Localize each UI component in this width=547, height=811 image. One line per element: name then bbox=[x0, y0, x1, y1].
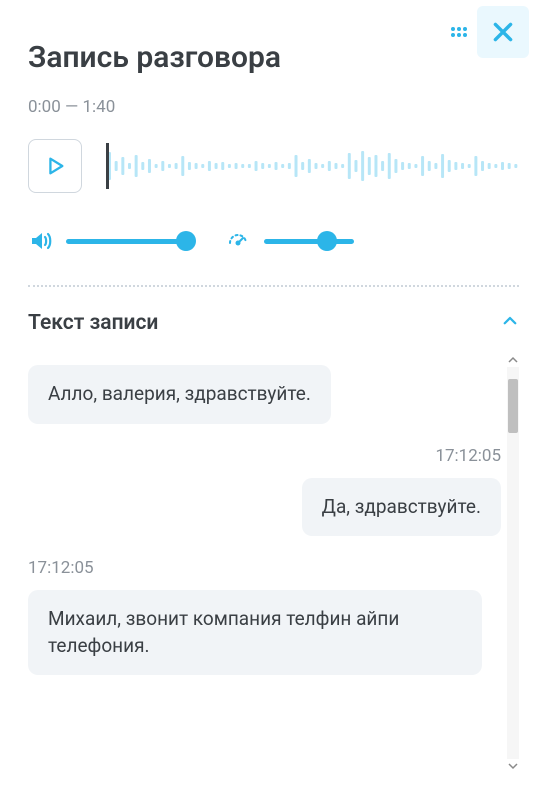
play-button[interactable] bbox=[28, 139, 82, 193]
scroll-up-icon[interactable] bbox=[507, 353, 519, 367]
message-row: 17:12:05 Да, здравствуйте. bbox=[28, 446, 501, 537]
message-timestamp: 17:12:05 bbox=[28, 446, 501, 466]
message-row: 17:12:05 Михаил, звонит компания телфин а… bbox=[28, 558, 501, 675]
scrollbar[interactable] bbox=[507, 353, 519, 773]
chevron-up-icon bbox=[501, 312, 519, 334]
volume-icon bbox=[28, 229, 52, 253]
audio-player bbox=[28, 139, 519, 193]
transcript-toggle[interactable]: Текст записи bbox=[28, 311, 519, 335]
message-timestamp: 17:12:05 bbox=[28, 558, 501, 578]
transcript-body: 17:12:05 Алло, валерия, здравствуйте. 17:1… bbox=[28, 353, 519, 773]
close-button[interactable] bbox=[477, 6, 529, 58]
message-bubble: Алло, валерия, здравствуйте. bbox=[28, 365, 331, 424]
time-range: 0:00 — 1:40 bbox=[28, 97, 519, 117]
play-icon bbox=[44, 155, 66, 177]
drag-handle-icon[interactable] bbox=[441, 17, 477, 53]
close-icon bbox=[490, 19, 516, 45]
waveform[interactable] bbox=[106, 139, 519, 193]
message-bubble: Михаил, звонит компания телфин айпи теле… bbox=[28, 590, 482, 675]
section-divider bbox=[28, 285, 519, 287]
scroll-thumb[interactable] bbox=[508, 379, 518, 433]
transcript-title: Текст записи bbox=[28, 311, 158, 335]
speed-slider[interactable] bbox=[264, 231, 354, 251]
playhead[interactable] bbox=[106, 143, 109, 189]
speed-icon bbox=[226, 229, 250, 253]
message-bubble: Да, здравствуйте. bbox=[302, 478, 501, 537]
volume-slider[interactable] bbox=[66, 231, 186, 251]
message-row: Алло, валерия, здравствуйте. bbox=[28, 365, 501, 424]
speed-control bbox=[226, 229, 354, 253]
volume-control bbox=[28, 229, 186, 253]
waveform-svg bbox=[106, 142, 519, 190]
scroll-down-icon[interactable] bbox=[507, 759, 519, 773]
